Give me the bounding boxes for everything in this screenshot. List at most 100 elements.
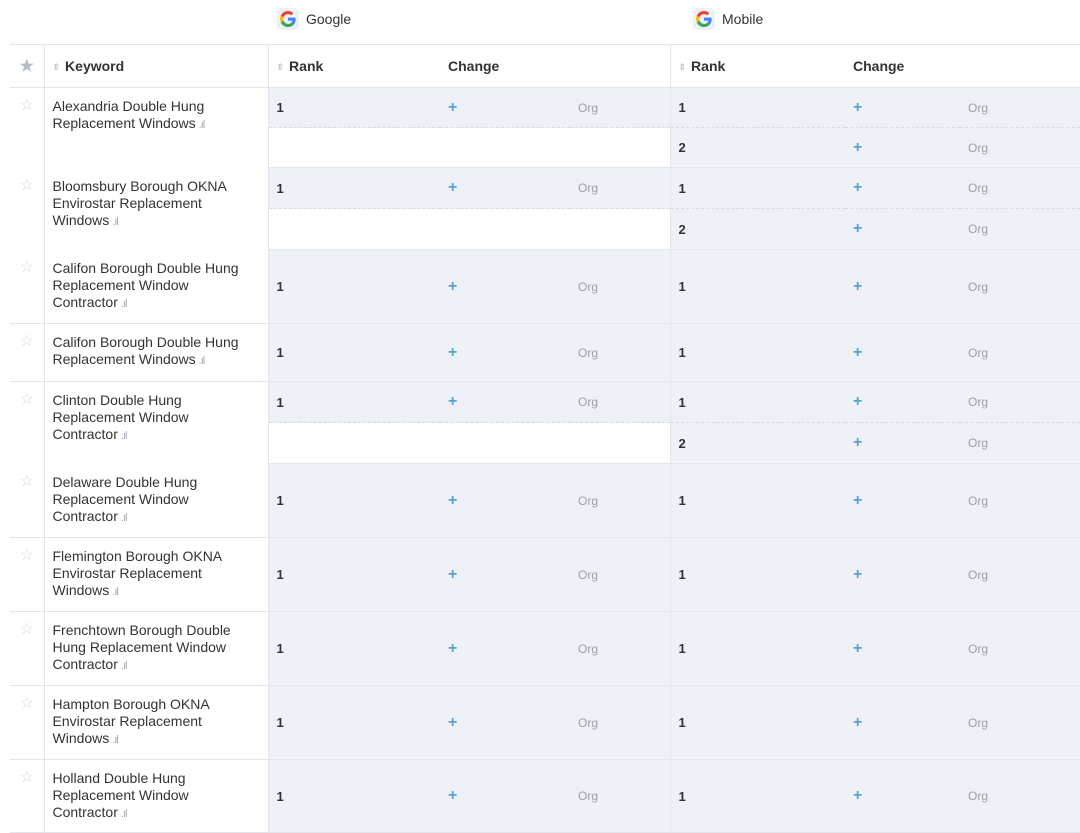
favorite-star[interactable]: ☆ bbox=[10, 611, 45, 686]
star-icon[interactable]: ☆ bbox=[20, 621, 34, 638]
table-row: ☆ Clinton Double Hung Replacement Window … bbox=[10, 381, 1080, 464]
google-change-plus[interactable]: + bbox=[440, 611, 570, 686]
mobile-rank: 1 bbox=[669, 249, 845, 324]
google-rank: 1 bbox=[268, 611, 440, 686]
bar-chart-icon[interactable]: .ıl bbox=[199, 119, 205, 131]
mobile-result-type: Org bbox=[960, 87, 1080, 128]
favorite-star[interactable]: ☆ bbox=[10, 249, 45, 324]
star-icon[interactable]: ☆ bbox=[20, 333, 34, 350]
google-rank: 1 bbox=[268, 249, 440, 324]
empty-cell bbox=[570, 127, 670, 168]
mobile-change-plus[interactable]: + bbox=[845, 537, 960, 612]
mobile-rank: 1 bbox=[669, 381, 845, 423]
google-rank-header[interactable]: ⇕ Rank bbox=[268, 44, 440, 88]
favorite-star[interactable]: ☆ bbox=[10, 87, 45, 168]
google-result-type: Org bbox=[570, 537, 670, 612]
google-change-plus[interactable]: + bbox=[440, 323, 570, 382]
empty-cell bbox=[440, 422, 570, 464]
google-change-plus[interactable]: + bbox=[440, 463, 570, 538]
mobile-change-header: Change bbox=[845, 44, 1080, 88]
mobile-change-plus[interactable]: + bbox=[845, 87, 960, 128]
favorite-star[interactable]: ☆ bbox=[10, 463, 45, 538]
keyword-column-header[interactable]: ⇕ Keyword bbox=[44, 44, 269, 88]
mobile-change-plus[interactable]: + bbox=[845, 611, 960, 686]
google-result-type: Org bbox=[570, 323, 670, 382]
favorite-star[interactable]: ☆ bbox=[10, 167, 45, 250]
star-icon[interactable]: ☆ bbox=[20, 769, 34, 786]
star-icon[interactable]: ☆ bbox=[20, 695, 34, 712]
star-icon[interactable]: ☆ bbox=[20, 391, 34, 408]
star-icon[interactable]: ☆ bbox=[20, 177, 34, 194]
star-icon[interactable]: ☆ bbox=[20, 547, 34, 564]
favorite-star[interactable]: ☆ bbox=[10, 381, 45, 464]
mobile-result-type: Org bbox=[960, 759, 1080, 833]
google-change-plus[interactable]: + bbox=[440, 381, 570, 423]
bar-chart-icon[interactable]: .ıl bbox=[199, 355, 205, 367]
mobile-rank: 1 bbox=[669, 537, 845, 612]
keyword-rank-table: ★ ⇕ Keyword ⇕ Rank Change ⇕ Rank Change ☆ Al… bbox=[10, 44, 1080, 833]
keyword-cell: Hampton Borough OKNA Envirostar Replacem… bbox=[44, 685, 269, 760]
google-result-type: Org bbox=[570, 381, 670, 423]
star-icon[interactable]: ☆ bbox=[20, 473, 34, 490]
google-change-plus[interactable]: + bbox=[440, 685, 570, 760]
mobile-change-plus[interactable]: + bbox=[845, 463, 960, 538]
google-result-type: Org bbox=[570, 611, 670, 686]
google-change-plus[interactable]: + bbox=[440, 249, 570, 324]
star-all-header[interactable]: ★ bbox=[10, 44, 45, 88]
mobile-change-plus[interactable]: + bbox=[845, 759, 960, 833]
keyword-text: Califon Borough Double Hung Replacement … bbox=[52, 259, 239, 310]
empty-cell bbox=[268, 208, 440, 250]
mobile-change-plus[interactable]: + bbox=[845, 323, 960, 382]
bar-chart-icon[interactable]: .ıl bbox=[112, 734, 118, 746]
mobile-change-plus[interactable]: + bbox=[845, 127, 960, 168]
mobile-rank-header[interactable]: ⇕ Rank bbox=[669, 44, 845, 88]
keyword-cell: Holland Double Hung Replacement Window C… bbox=[44, 759, 269, 833]
bar-chart-icon[interactable]: .ıl bbox=[112, 586, 118, 598]
keyword-cell: Bloomsbury Borough OKNA Envirostar Repla… bbox=[44, 167, 269, 250]
google-change-plus[interactable]: + bbox=[440, 167, 570, 209]
keyword-cell: Frenchtown Borough Double Hung Replaceme… bbox=[44, 611, 269, 686]
table-row: ☆ Flemington Borough OKNA Envirostar Repl… bbox=[10, 537, 1080, 612]
keyword-cell: Flemington Borough OKNA Envirostar Repla… bbox=[44, 537, 269, 612]
google-change-plus[interactable]: + bbox=[440, 87, 570, 128]
google-rank: 1 bbox=[268, 381, 440, 423]
favorite-star[interactable]: ☆ bbox=[10, 537, 45, 612]
keyword-text: Bloomsbury Borough OKNA Envirostar Repla… bbox=[52, 177, 227, 228]
google-icon bbox=[693, 8, 715, 30]
google-change-plus[interactable]: + bbox=[440, 759, 570, 833]
mobile-change-plus[interactable]: + bbox=[845, 685, 960, 760]
mobile-result-type: Org bbox=[960, 381, 1080, 423]
mobile-change-plus[interactable]: + bbox=[845, 249, 960, 324]
star-icon[interactable]: ★ bbox=[20, 58, 34, 75]
engine-google-label: Google bbox=[306, 11, 352, 27]
mobile-rank: 1 bbox=[669, 611, 845, 686]
mobile-result-type: Org bbox=[960, 685, 1080, 760]
mobile-result-type: Org bbox=[960, 611, 1080, 686]
mobile-rank: 1 bbox=[669, 323, 845, 382]
mobile-rank: 2 bbox=[669, 127, 845, 168]
mobile-result-type: Org bbox=[960, 323, 1080, 382]
keyword-cell: Califon Borough Double Hung Replacement … bbox=[44, 249, 269, 324]
bar-chart-icon[interactable]: .ıl bbox=[112, 216, 118, 228]
engine-header: Google Mobile bbox=[0, 0, 1080, 44]
star-icon[interactable]: ☆ bbox=[20, 97, 34, 114]
bar-chart-icon[interactable]: .ıl bbox=[121, 660, 127, 672]
keyword-text: Frenchtown Borough Double Hung Replaceme… bbox=[52, 622, 231, 672]
favorite-star[interactable]: ☆ bbox=[10, 685, 45, 760]
mobile-change-plus[interactable]: + bbox=[845, 208, 960, 250]
mobile-change-plus[interactable]: + bbox=[845, 381, 960, 423]
mobile-change-plus[interactable]: + bbox=[845, 422, 960, 464]
bar-chart-icon[interactable]: .ıl bbox=[121, 512, 127, 524]
favorite-star[interactable]: ☆ bbox=[10, 323, 45, 382]
google-change-plus[interactable]: + bbox=[440, 537, 570, 612]
bar-chart-icon[interactable]: .ıl bbox=[121, 430, 127, 442]
google-rank: 1 bbox=[268, 167, 440, 209]
bar-chart-icon[interactable]: .ıl bbox=[121, 298, 127, 310]
mobile-change-plus[interactable]: + bbox=[845, 167, 960, 209]
table-row: ☆ Delaware Double Hung Replacement Window… bbox=[10, 463, 1080, 538]
bar-chart-icon[interactable]: .ıl bbox=[121, 808, 127, 820]
favorite-star[interactable]: ☆ bbox=[10, 759, 45, 833]
sort-icon: ⇕ bbox=[678, 62, 687, 72]
star-icon[interactable]: ☆ bbox=[20, 259, 34, 276]
keyword-cell: Alexandria Double Hung Replacement Windo… bbox=[44, 87, 269, 168]
